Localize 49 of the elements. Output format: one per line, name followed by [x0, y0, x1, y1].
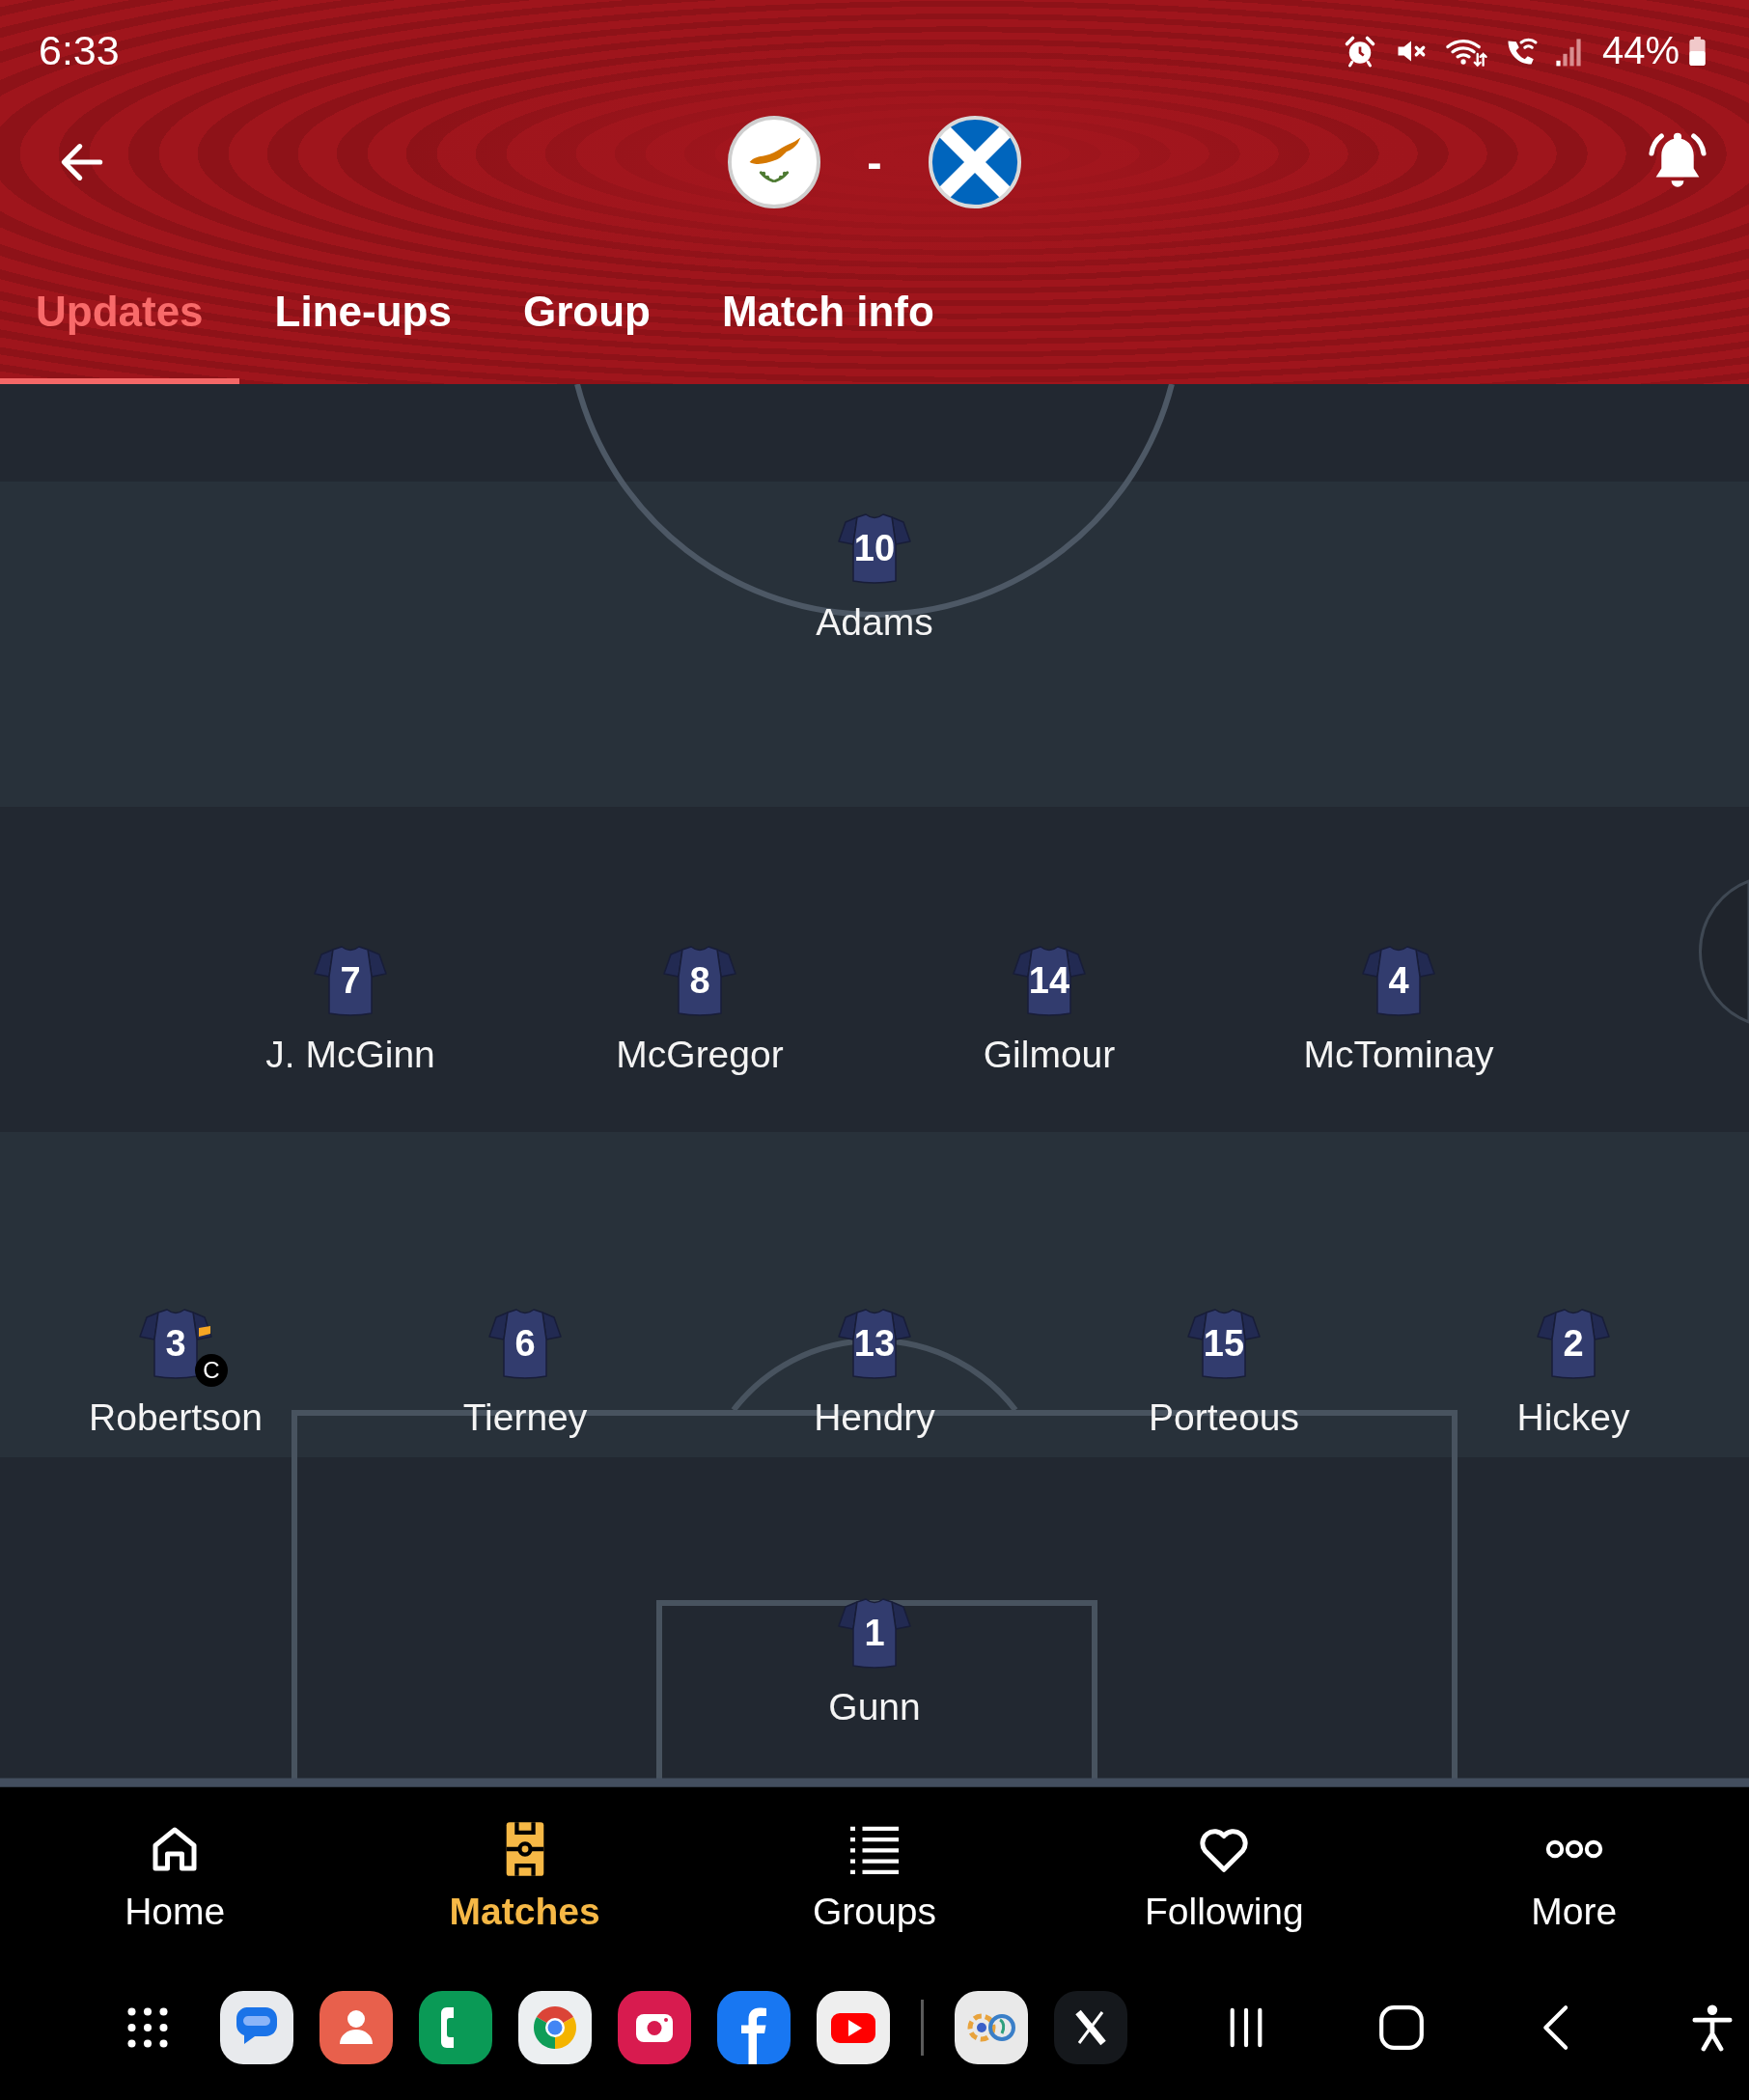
- browser-app-icon[interactable]: [518, 1991, 592, 2064]
- shirt-number: 13: [853, 1324, 896, 1364]
- player-name: Gunn: [828, 1685, 921, 1729]
- shirt-number: 6: [514, 1324, 536, 1364]
- nav-tab[interactable]: Matches: [349, 1787, 700, 1955]
- shirt-number: 1: [864, 1614, 885, 1653]
- tab[interactable]: Match info: [685, 245, 970, 384]
- shirt-number: 2: [1563, 1324, 1584, 1364]
- player-name: J. McGinn: [265, 1033, 435, 1077]
- player-name: Gilmour: [983, 1033, 1116, 1077]
- shirt-number: 8: [689, 961, 710, 1001]
- messages-app-icon[interactable]: [220, 1991, 293, 2064]
- player-name: Hendry: [814, 1395, 935, 1440]
- captain-badge: C: [195, 1354, 228, 1387]
- nav-tab[interactable]: Groups: [699, 1787, 1050, 1955]
- camera-app-icon[interactable]: [618, 1991, 691, 2064]
- score-separator: -: [867, 135, 882, 188]
- contacts-app-icon[interactable]: [319, 1991, 393, 2064]
- phone-app-icon[interactable]: [419, 1991, 492, 2064]
- player-name: McTominay: [1303, 1033, 1494, 1077]
- apps-grid-icon[interactable]: [126, 2006, 169, 2049]
- shirt-number: 3: [165, 1324, 186, 1364]
- video-app-icon[interactable]: [817, 1991, 890, 2064]
- player-name: Tierney: [462, 1395, 588, 1440]
- more-icon: [1544, 1838, 1603, 1861]
- shirt-number: 10: [853, 529, 896, 568]
- battery-percent: 44%: [1601, 29, 1680, 72]
- sports-app-icon[interactable]: [955, 1991, 1028, 2064]
- player-name: Adams: [816, 600, 933, 645]
- tab[interactable]: Group: [486, 245, 686, 384]
- nav-tab[interactable]: More: [1399, 1787, 1749, 1955]
- player-name: Hickey: [1516, 1395, 1630, 1440]
- f-logo-app-icon[interactable]: [717, 1991, 791, 2064]
- shirt-number: 14: [1028, 961, 1070, 1001]
- nav-tab[interactable]: Home: [0, 1787, 350, 1955]
- shirt-number: 15: [1203, 1324, 1245, 1364]
- status-time: 6:33: [39, 27, 120, 74]
- cyprus-flag-icon: [727, 114, 822, 209]
- home-square-icon[interactable]: [1376, 2003, 1427, 2053]
- shirt-number: 4: [1388, 961, 1409, 1001]
- scotland-flag-icon: [927, 114, 1022, 209]
- player-name: McGregor: [616, 1033, 784, 1077]
- battery-icon: [1688, 34, 1707, 68]
- player-name: Porteous: [1148, 1395, 1300, 1440]
- player-name: Robertson: [89, 1395, 263, 1440]
- shirt-number: 7: [340, 961, 361, 1001]
- tab[interactable]: Line-ups: [238, 245, 487, 384]
- nav-tab[interactable]: Following: [1049, 1787, 1400, 1955]
- x-logo-app-icon[interactable]: [1054, 1991, 1127, 2064]
